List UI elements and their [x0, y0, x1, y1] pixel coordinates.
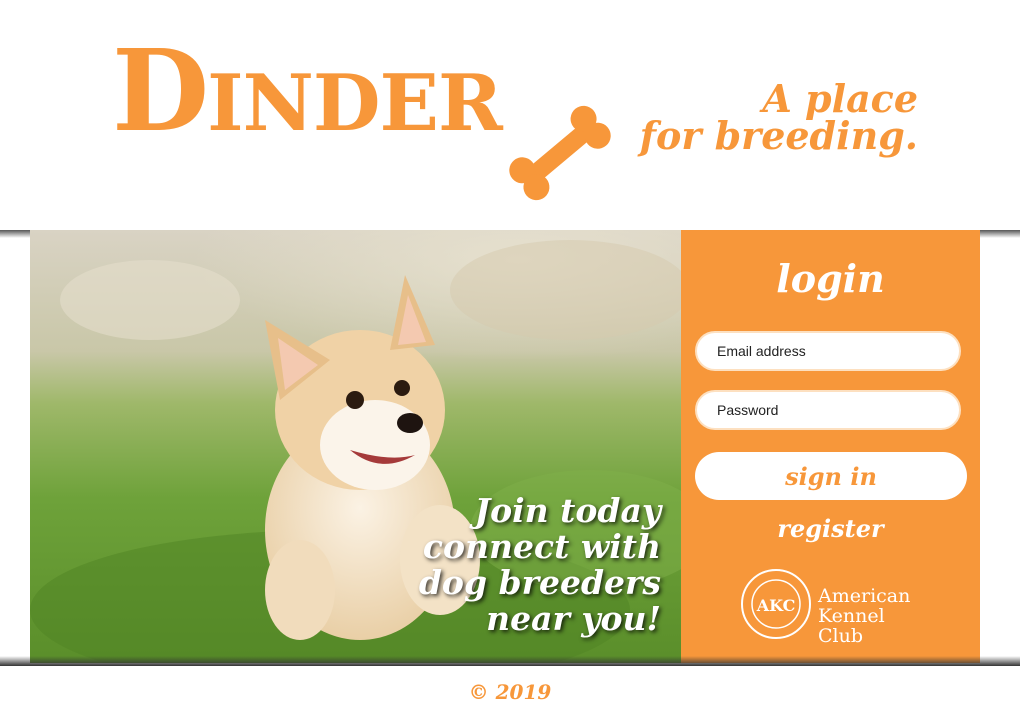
dinder-logo[interactable]: DINDER [112, 36, 503, 149]
akc-seal-icon: AKC [741, 569, 811, 639]
email-field[interactable] [695, 331, 961, 371]
puppy-photo: Join today connect with dog breeders nea… [30, 230, 681, 663]
akc-line-1: American [818, 585, 911, 607]
logo-rest: INDER [207, 58, 503, 149]
promo-line-1: Join today [474, 491, 661, 530]
password-field[interactable] [695, 390, 961, 430]
promo-line-4: near you! [486, 599, 661, 638]
hero-bottom-shadow [0, 656, 1020, 666]
akc-name: American Kennel Club [818, 586, 930, 646]
logo-initial: D [112, 26, 209, 157]
promo-line-2: connect with [422, 527, 661, 566]
promo-line-3: dog breeders [418, 563, 661, 602]
akc-logo[interactable]: AKC American Kennel Club [740, 568, 930, 646]
sign-in-button[interactable]: sign in [695, 452, 967, 500]
header: DINDER A place for breeding. [0, 0, 1020, 230]
bone-icon [509, 105, 611, 201]
akc-line-2: Kennel Club [818, 605, 885, 647]
login-panel: login sign in register AKC American Kenn… [681, 230, 980, 663]
register-link[interactable]: register [681, 514, 980, 543]
login-title: login [776, 256, 885, 301]
tagline-line-2: for breeding. [639, 113, 918, 158]
promo-text: Join today connect with dog breeders nea… [419, 493, 661, 637]
svg-text:AKC: AKC [756, 596, 796, 615]
hero-section: Join today connect with dog breeders nea… [30, 230, 980, 663]
tagline-line-1: A place [762, 76, 918, 121]
copyright: © 2019 [468, 680, 552, 704]
tagline: A place for breeding. [628, 76, 918, 158]
